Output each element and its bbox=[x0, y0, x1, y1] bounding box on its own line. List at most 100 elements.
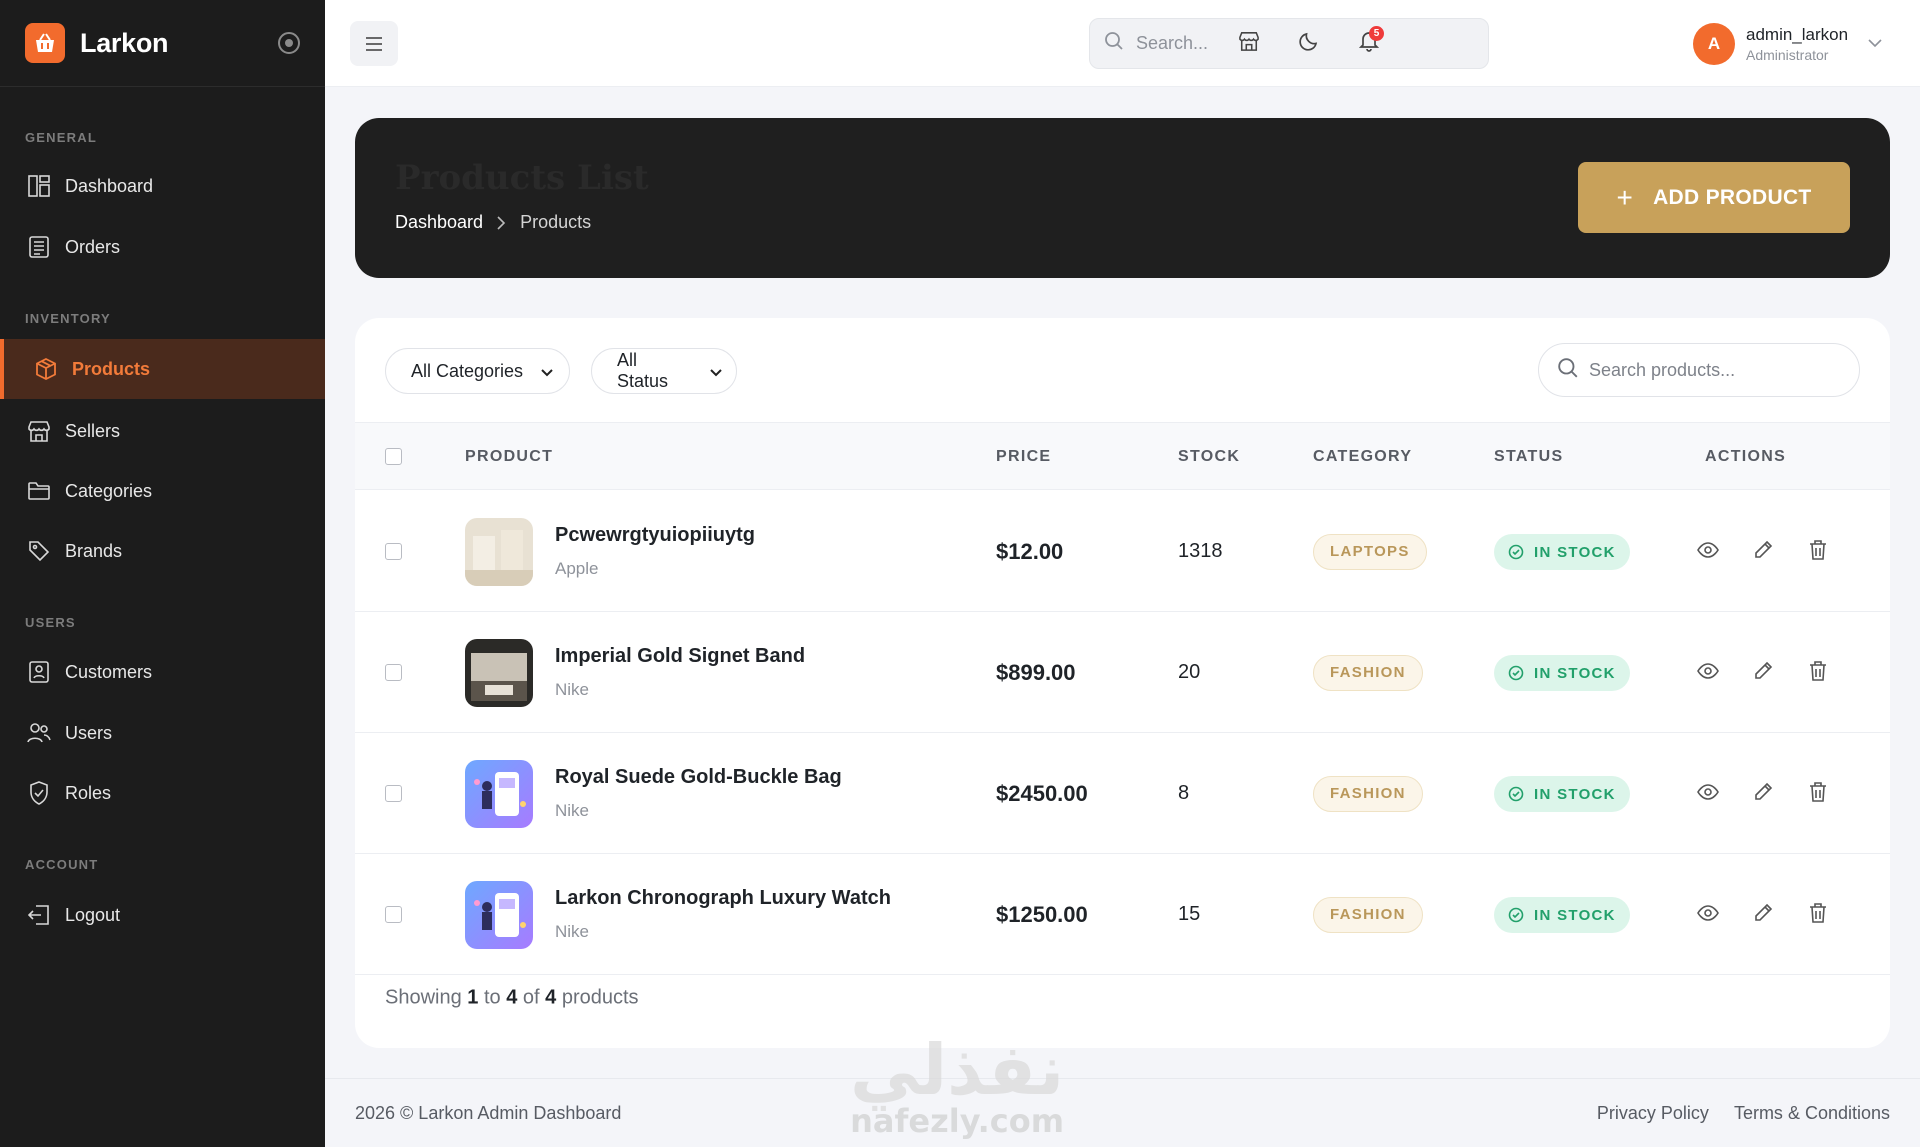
product-thumbnail[interactable] bbox=[465, 639, 533, 707]
delete-button[interactable] bbox=[1805, 660, 1831, 686]
sidebar-item-customers[interactable]: Customers bbox=[0, 642, 325, 702]
sidebar-item-users[interactable]: Users bbox=[0, 703, 325, 763]
status-label: IN STOCK bbox=[1534, 785, 1616, 803]
sidebar-item-dashboard[interactable]: Dashboard bbox=[0, 156, 325, 216]
product-stock: 8 bbox=[1178, 782, 1190, 804]
category-filter-value: All Categories bbox=[411, 360, 524, 381]
status-badge: IN STOCK bbox=[1494, 776, 1630, 812]
column-header-actions: ACTIONS bbox=[1705, 448, 1787, 465]
chevron-down-icon bbox=[710, 361, 722, 382]
moon-icon bbox=[1299, 31, 1319, 56]
sidebar-item-categories[interactable]: Categories bbox=[0, 461, 325, 521]
category-badge: FASHION bbox=[1313, 655, 1423, 691]
product-price: $1250.00 bbox=[996, 902, 1088, 927]
product-name[interactable]: Larkon Chronograph Luxury Watch bbox=[555, 887, 891, 910]
product-thumbnail[interactable] bbox=[465, 760, 533, 828]
sidebar-toggle-icon[interactable] bbox=[278, 32, 300, 54]
category-filter-select[interactable]: All Categories bbox=[385, 348, 570, 394]
product-stock: 1318 bbox=[1178, 540, 1223, 562]
theme-toggle-button[interactable] bbox=[1285, 19, 1333, 67]
status-label: IN STOCK bbox=[1534, 906, 1616, 924]
product-thumbnail[interactable] bbox=[465, 881, 533, 949]
table-header: PRODUCT PRICE STOCK CATEGORY STATUS ACTI… bbox=[355, 422, 1890, 490]
sidebar-item-label: Users bbox=[65, 722, 113, 743]
column-header-price[interactable]: PRICE bbox=[996, 423, 1051, 491]
hamburger-menu-icon[interactable] bbox=[350, 21, 398, 66]
select-all-checkbox[interactable] bbox=[385, 448, 402, 465]
column-header-category[interactable]: CATEGORY bbox=[1313, 423, 1412, 491]
sidebar-item-label: Logout bbox=[65, 904, 121, 925]
view-button[interactable] bbox=[1695, 781, 1721, 807]
status-filter-select[interactable]: All Status bbox=[591, 348, 737, 394]
row-checkbox[interactable] bbox=[385, 543, 402, 560]
product-search-input[interactable] bbox=[1589, 359, 1839, 381]
product-name[interactable]: Royal Suede Gold-Buckle Bag bbox=[555, 766, 842, 789]
table-row: Pcwewrgtyuiopiiuytg Apple $12.00 1318 LA… bbox=[355, 491, 1890, 612]
add-product-button[interactable]: + ADD PRODUCT bbox=[1578, 162, 1850, 233]
product-name[interactable]: Pcwewrgtyuiopiiuytg bbox=[555, 524, 755, 547]
eye-icon bbox=[1697, 541, 1719, 563]
sidebar-item-products[interactable]: Products bbox=[0, 339, 325, 399]
sidebar-item-orders[interactable]: Orders bbox=[0, 217, 325, 277]
breadcrumb-dashboard-link[interactable]: Dashboard bbox=[395, 212, 483, 233]
sidebar-item-logout[interactable]: Logout bbox=[0, 885, 325, 945]
delete-button[interactable] bbox=[1805, 539, 1831, 565]
plus-icon: + bbox=[1616, 181, 1634, 213]
pencil-icon bbox=[1753, 661, 1773, 686]
row-checkbox[interactable] bbox=[385, 785, 402, 802]
edit-button[interactable] bbox=[1750, 660, 1776, 686]
basket-logo-icon[interactable] bbox=[25, 23, 65, 63]
column-header-product[interactable]: PRODUCT bbox=[465, 423, 553, 491]
view-button[interactable] bbox=[1695, 902, 1721, 928]
column-header-status: STATUS bbox=[1494, 448, 1564, 465]
pencil-icon bbox=[1753, 540, 1773, 565]
watermark: نفذلي nafezly.com bbox=[850, 1030, 1064, 1140]
edit-button[interactable] bbox=[1750, 902, 1776, 928]
row-checkbox[interactable] bbox=[385, 664, 402, 681]
notification-count-badge: 5 bbox=[1369, 26, 1384, 41]
trash-icon bbox=[1809, 781, 1827, 807]
sidebar-item-roles[interactable]: Roles bbox=[0, 763, 325, 823]
page-footer: 2026 © Larkon Admin Dashboard Privacy Po… bbox=[325, 1078, 1920, 1147]
product-thumbnail[interactable] bbox=[465, 518, 533, 586]
store-icon bbox=[1238, 31, 1260, 56]
box-icon bbox=[34, 357, 58, 381]
chevron-down-icon bbox=[541, 361, 553, 382]
product-name[interactable]: Imperial Gold Signet Band bbox=[555, 645, 805, 668]
user-profile-menu[interactable]: A admin_larkon Administrator bbox=[1693, 20, 1882, 68]
sidebar-item-brands[interactable]: Brands bbox=[0, 521, 325, 581]
privacy-policy-link[interactable]: Privacy Policy bbox=[1597, 1103, 1709, 1124]
breadcrumb-current: Products bbox=[520, 212, 592, 232]
view-button[interactable] bbox=[1695, 660, 1721, 686]
brand-name[interactable]: Larkon bbox=[80, 28, 169, 59]
edit-button[interactable] bbox=[1750, 539, 1776, 565]
sidebar-item-sellers[interactable]: Sellers bbox=[0, 401, 325, 461]
customer-icon bbox=[27, 660, 51, 684]
dashboard-icon bbox=[27, 174, 51, 198]
edit-button[interactable] bbox=[1750, 781, 1776, 807]
status-badge: IN STOCK bbox=[1494, 655, 1630, 691]
product-search[interactable] bbox=[1538, 343, 1860, 397]
pagination-from: 1 bbox=[467, 986, 479, 1009]
column-header-stock[interactable]: STOCK bbox=[1178, 423, 1240, 491]
eye-icon bbox=[1697, 783, 1719, 805]
view-button[interactable] bbox=[1695, 539, 1721, 565]
row-checkbox[interactable] bbox=[385, 906, 402, 923]
pagination-prefix: Showing bbox=[385, 986, 462, 1009]
product-stock: 20 bbox=[1178, 661, 1201, 683]
chevron-right-icon bbox=[497, 215, 506, 230]
user-name: admin_larkon bbox=[1746, 25, 1849, 44]
pagination-to: 4 bbox=[506, 986, 518, 1009]
delete-button[interactable] bbox=[1805, 781, 1831, 807]
notifications-button[interactable]: 5 bbox=[1345, 19, 1393, 67]
store-button[interactable] bbox=[1225, 19, 1273, 67]
section-title-inventory: INVENTORY bbox=[25, 311, 111, 326]
terms-link[interactable]: Terms & Conditions bbox=[1734, 1103, 1890, 1124]
table-row: Royal Suede Gold-Buckle Bag Nike $2450.0… bbox=[355, 733, 1890, 854]
category-badge: FASHION bbox=[1313, 897, 1423, 933]
breadcrumb: Dashboard Products bbox=[395, 212, 591, 233]
logout-icon bbox=[27, 903, 51, 927]
sidebar-item-label: Products bbox=[72, 358, 151, 379]
delete-button[interactable] bbox=[1805, 902, 1831, 928]
page-title: Products List bbox=[395, 158, 649, 198]
